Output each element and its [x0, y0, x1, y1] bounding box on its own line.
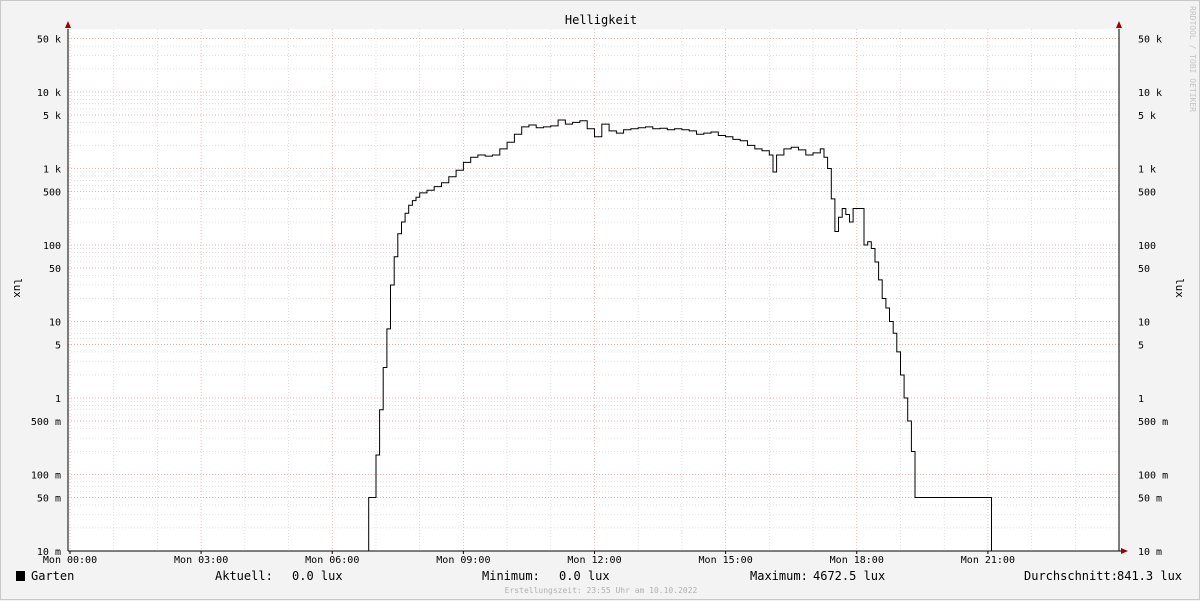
y-tick-label-right: 100 [1138, 241, 1156, 252]
y-tick-label-left: 500 [43, 188, 61, 199]
y-tick-label-left: 50 [49, 264, 61, 275]
x-tick-label: Mon 03:00 [174, 555, 228, 566]
plot-area [68, 29, 1119, 551]
y-tick-label-left: 5 [55, 341, 61, 352]
y-axis-label-left: lux [11, 278, 24, 298]
y-tick-label-right: 50 [1138, 264, 1150, 275]
legend-max-label: Maximum: [750, 569, 808, 583]
y-axis-label-right: lux [1173, 278, 1186, 298]
legend-min-value: 0.0 lux [559, 569, 610, 583]
y-tick-label-right: 100 m [1138, 470, 1168, 481]
x-tick-label: Mon 00:00 [43, 555, 97, 566]
legend-current-value: 0.0 lux [292, 569, 343, 583]
y-tick-label-right: 500 m [1138, 417, 1168, 428]
legend-swatch-garten [16, 571, 25, 581]
y-axis-right-arrow [1116, 21, 1122, 28]
creation-time-footer: Erstellungszeit: 23:55 Uhr am 10.10.2022 [505, 586, 698, 595]
legend-avg-label: Durchschnitt: [1024, 569, 1118, 583]
y-tick-label-right: 10 m [1138, 547, 1162, 558]
y-axis-left-arrow [65, 21, 71, 28]
y-tick-label-right: 5 [1138, 341, 1144, 352]
x-tick-label: Mon 18:00 [830, 555, 884, 566]
x-tick-label: Mon 06:00 [305, 555, 359, 566]
legend-avg-value: 841.3 lux [1117, 569, 1182, 583]
y-tick-label-left: 50 m [37, 494, 61, 505]
y-tick-label-right: 1 k [1138, 164, 1156, 175]
y-tick-label-right: 500 [1138, 188, 1156, 199]
y-tick-label-left: 100 [43, 241, 61, 252]
x-axis-arrow [1121, 548, 1128, 554]
x-tick-label: Mon 09:00 [436, 555, 490, 566]
brightness-chart: 10 m 50 m 100 m 500 m 1 5 10 50 100 500 1 k 5 k 10 k… [11, 6, 1197, 595]
chart-frame: 10 m 50 m 100 m 500 m 1 5 10 50 100 500 1 k 5 k 10 k… [0, 0, 1200, 600]
x-tick-label: Mon 12:00 [567, 555, 621, 566]
y-tick-label-left: 5 k [43, 111, 61, 122]
rrdtool-watermark: RRDTOOL / TOBI OETIKER [1188, 6, 1197, 112]
y-axis-left-labels: 10 m50 m100 m500 m1510501005001 k5 k10 k… [31, 35, 61, 559]
legend-min-label: Minimum: [482, 569, 540, 583]
x-tick-label: Mon 21:00 [961, 555, 1015, 566]
y-tick-label-right: 10 k [1138, 88, 1162, 99]
legend-current-label: Aktuell: [215, 569, 273, 583]
y-tick-label-right: 50 m [1138, 494, 1162, 505]
y-tick-label-left: 1 k [43, 164, 61, 175]
y-tick-label-right: 5 k [1138, 111, 1156, 122]
y-tick-label-right: 50 k [1138, 35, 1162, 46]
x-tick-label: Mon 15:00 [699, 555, 753, 566]
legend-max-value: 4672.5 lux [813, 569, 885, 583]
y-tick-label-left: 100 m [31, 470, 61, 481]
chart-title: Helligkeit [565, 13, 637, 27]
x-axis-labels: Mon 00:00 Mon 03:00 Mon 06:00 Mon 09:00 Mon … [43, 555, 1015, 566]
y-tick-label-right: 10 [1138, 317, 1150, 328]
y-tick-label-right: 1 [1138, 394, 1144, 405]
y-tick-label-left: 50 k [37, 35, 61, 46]
y-tick-label-left: 500 m [31, 417, 61, 428]
y-axis-right-labels: 10 m 50 m 100 m 500 m 1 5 10 50 100 500 1 k 5 k 10 k… [1138, 35, 1168, 559]
y-tick-label-left: 10 [49, 317, 61, 328]
y-tick-label-left: 1 [55, 394, 61, 405]
y-tick-label-left: 10 k [37, 88, 61, 99]
legend-series-name: Garten [31, 569, 74, 583]
